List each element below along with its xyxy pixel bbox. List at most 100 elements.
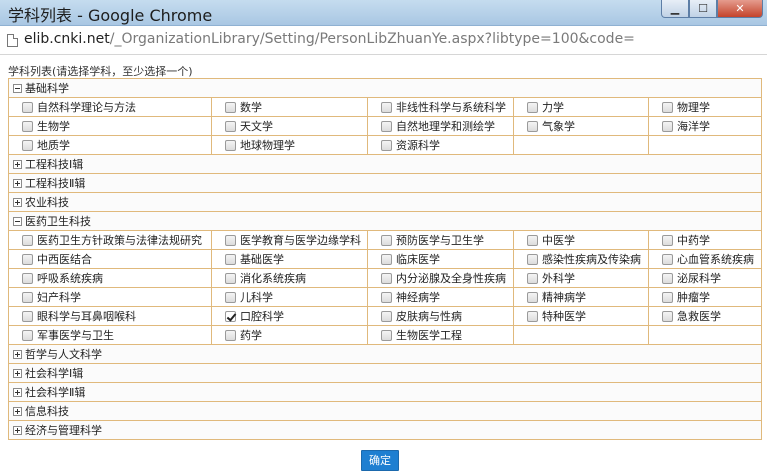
subject-item[interactable]: 数学 [211,97,368,117]
subject-checkbox[interactable] [225,102,236,113]
subject-item[interactable]: 医学教育与医学边缘学科 [211,230,368,250]
maximize-button[interactable]: ☐ [689,0,717,18]
subject-item[interactable]: 中西医结合 [8,249,212,269]
subject-checkbox[interactable] [527,273,538,284]
group-header[interactable]: 农业科技 [7,192,763,212]
subject-item[interactable]: 药学 [211,325,368,345]
group-header[interactable]: 哲学与人文科学 [7,344,763,364]
subject-checkbox[interactable] [381,102,392,113]
expand-icon[interactable] [13,388,22,397]
subject-item[interactable]: 口腔科学 [211,306,368,326]
subject-item[interactable]: 特种医学 [513,306,649,326]
group-header[interactable]: 医药卫生科技 [7,211,763,231]
subject-checkbox[interactable] [662,311,673,322]
address-bar[interactable]: elib.cnki.net/_OrganizationLibrary/Setti… [0,26,767,55]
subject-checkbox[interactable] [662,102,673,113]
subject-item[interactable]: 力学 [513,97,649,117]
expand-icon[interactable] [13,160,22,169]
subject-item[interactable]: 自然地理学和测绘学 [367,116,514,136]
subject-item[interactable]: 肿瘤学 [647,287,763,307]
subject-checkbox[interactable] [381,273,392,284]
subject-item[interactable]: 内分泌腺及全身性疾病 [367,268,514,288]
subject-item[interactable]: 急救医学 [647,306,763,326]
subject-checkbox[interactable] [225,140,236,151]
expand-icon[interactable] [13,198,22,207]
subject-item[interactable]: 临床医学 [367,249,514,269]
group-header[interactable]: 基础科学 [7,78,763,98]
subject-checkbox[interactable] [662,121,673,132]
url-text[interactable]: elib.cnki.net/_OrganizationLibrary/Setti… [24,31,635,47]
subject-checkbox[interactable] [381,292,392,303]
subject-checkbox[interactable] [22,140,33,151]
subject-checkbox[interactable] [381,140,392,151]
subject-checkbox[interactable] [527,102,538,113]
subject-item[interactable]: 精神病学 [513,287,649,307]
subject-checkbox[interactable] [381,235,392,246]
subject-checkbox[interactable] [662,292,673,303]
expand-icon[interactable] [13,426,22,435]
subject-item[interactable]: 泌尿科学 [647,268,763,288]
subject-checkbox[interactable] [527,292,538,303]
subject-item[interactable]: 儿科学 [211,287,368,307]
subject-item[interactable]: 中药学 [647,230,763,250]
expand-icon[interactable] [13,179,22,188]
subject-checkbox[interactable] [22,235,33,246]
subject-item[interactable]: 外科学 [513,268,649,288]
group-header[interactable]: 社会科学Ⅰ辑 [7,363,763,383]
subject-item[interactable]: 中医学 [513,230,649,250]
subject-item[interactable]: 预防医学与卫生学 [367,230,514,250]
close-button[interactable]: ✕ [717,0,763,18]
subject-checkbox[interactable] [225,254,236,265]
subject-checkbox[interactable] [225,292,236,303]
subject-checkbox[interactable] [225,121,236,132]
subject-checkbox[interactable] [381,121,392,132]
subject-checkbox[interactable] [225,311,236,322]
group-header[interactable]: 工程科技Ⅰ辑 [7,154,763,174]
group-header[interactable]: 工程科技Ⅱ辑 [7,173,763,193]
subject-item[interactable]: 地质学 [8,135,212,155]
subject-item[interactable]: 军事医学与卫生 [8,325,212,345]
collapse-icon[interactable] [13,217,22,226]
subject-item[interactable]: 资源科学 [367,135,514,155]
subject-checkbox[interactable] [22,330,33,341]
subject-checkbox[interactable] [22,102,33,113]
subject-checkbox[interactable] [662,273,673,284]
subject-item[interactable]: 自然科学理论与方法 [8,97,212,117]
subject-checkbox[interactable] [527,311,538,322]
subject-checkbox[interactable] [381,311,392,322]
subject-checkbox[interactable] [225,235,236,246]
subject-item[interactable]: 天文学 [211,116,368,136]
subject-checkbox[interactable] [662,254,673,265]
subject-item[interactable]: 物理学 [647,97,763,117]
subject-checkbox[interactable] [527,121,538,132]
subject-item[interactable]: 消化系统疾病 [211,268,368,288]
subject-checkbox[interactable] [662,235,673,246]
subject-item[interactable]: 心血管系统疾病 [647,249,763,269]
expand-icon[interactable] [13,350,22,359]
subject-item[interactable]: 感染性疾病及传染病 [513,249,649,269]
collapse-icon[interactable] [13,84,22,93]
subject-item[interactable]: 地球物理学 [211,135,368,155]
subject-checkbox[interactable] [22,273,33,284]
subject-checkbox[interactable] [381,254,392,265]
subject-checkbox[interactable] [381,330,392,341]
subject-item[interactable]: 神经病学 [367,287,514,307]
subject-item[interactable]: 妇产科学 [8,287,212,307]
subject-checkbox[interactable] [22,254,33,265]
expand-icon[interactable] [13,369,22,378]
confirm-button[interactable]: 确定 [361,450,399,471]
subject-item[interactable]: 气象学 [513,116,649,136]
subject-item[interactable]: 眼科学与耳鼻咽喉科 [8,306,212,326]
subject-item[interactable]: 基础医学 [211,249,368,269]
subject-checkbox[interactable] [225,273,236,284]
subject-item[interactable]: 非线性科学与系统科学 [367,97,514,117]
subject-checkbox[interactable] [22,311,33,322]
subject-checkbox[interactable] [527,235,538,246]
subject-checkbox[interactable] [22,292,33,303]
subject-checkbox[interactable] [527,254,538,265]
group-header[interactable]: 经济与管理科学 [7,420,763,440]
subject-checkbox[interactable] [22,121,33,132]
minimize-button[interactable]: ▁ [661,0,689,18]
expand-icon[interactable] [13,407,22,416]
subject-item[interactable]: 生物学 [8,116,212,136]
